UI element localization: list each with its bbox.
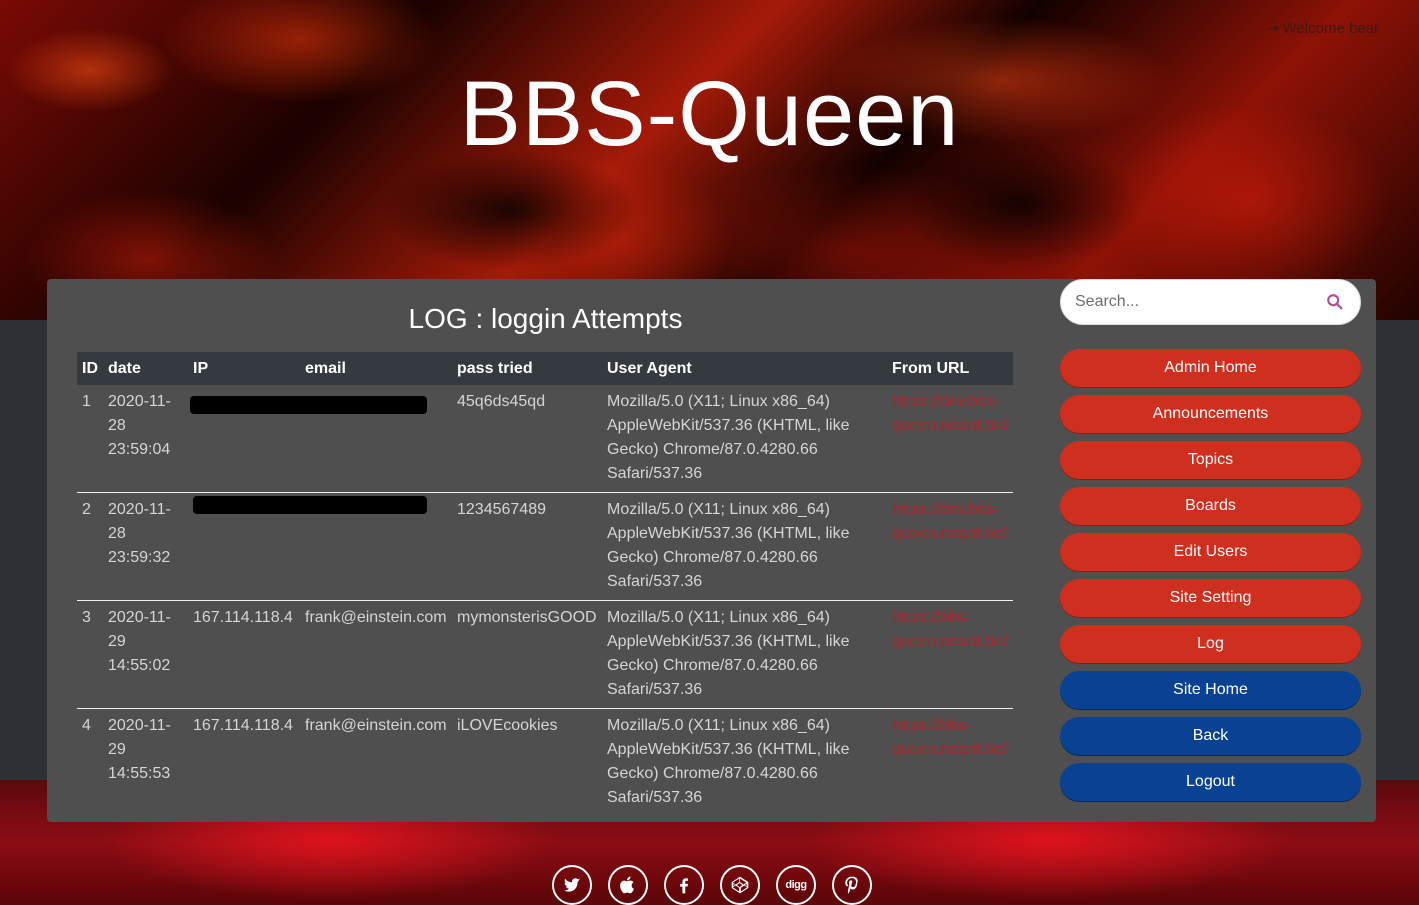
from-url-link[interactable]: https://dev.bbs-queen.neant.be/ (892, 501, 1008, 542)
column-header-email: email (300, 352, 452, 385)
column-header-from-url: From URL (887, 352, 1013, 385)
search-input[interactable] (1061, 293, 1301, 311)
boards-button[interactable]: Boards (1060, 487, 1361, 525)
cell-url: https://dev.bbs-queen.neant.be/ (887, 492, 1013, 601)
welcome-link[interactable]: ⇥ Welcome bear (1267, 20, 1379, 37)
codepen-icon[interactable] (720, 865, 760, 905)
cell-date: 2020-11- 29 14:55:53 (108, 717, 171, 782)
cell-ip: 167.114.118.4 (193, 717, 293, 734)
cell-email: frank@einstein.com (305, 717, 447, 734)
cell-id: 4 (82, 717, 91, 734)
search-box (1060, 279, 1361, 325)
edit-users-button[interactable]: Edit Users (1060, 533, 1361, 571)
cell-user-agent: Mozilla/5.0 (X11; Linux x86_64) AppleWeb… (602, 385, 887, 493)
cell-pass: iLOVEcookies (457, 717, 558, 734)
cell-id: 3 (77, 600, 103, 709)
logout-button[interactable]: Logout (1060, 763, 1361, 801)
table-row: 4 2020-11- 29 14:55:53 167.114.118.4 frank… (77, 709, 1013, 817)
log-table: ID date IP email pass tried User Agent F… (77, 352, 1013, 816)
pinterest-icon[interactable] (832, 865, 872, 905)
from-url-link[interactable]: https://dev.bbs-queen.neant.be/ (892, 393, 1008, 434)
redaction-bar (190, 396, 427, 414)
cell-user-agent: Mozilla/5.0 (X11; Linux x86_64) AppleWeb… (607, 717, 850, 806)
cell-pass: 1234567489 (452, 492, 602, 601)
social-links: digg (552, 865, 872, 905)
column-header-id: ID (77, 352, 103, 385)
admin-nav: Admin Home Announcements Topics Boards E… (1060, 349, 1361, 809)
from-url-link[interactable]: https://bbs-queen.neant.be/ (892, 609, 1008, 650)
cell-date: 2020-11- 28 23:59:04 (103, 385, 188, 493)
flame-shadow (380, 150, 640, 270)
page-title: LOG : loggin Attempts (408, 303, 683, 334)
cell-date: 2020-11- 29 14:55:02 (103, 600, 188, 709)
log-button[interactable]: Log (1060, 625, 1361, 663)
column-header-date: date (103, 352, 188, 385)
cell-url: https://bbs-queen.neant.be/ (887, 600, 1013, 709)
twitter-icon[interactable] (552, 865, 592, 905)
column-header-pass-tried: pass tried (452, 352, 602, 385)
table-row: 3 2020-11- 29 14:55:02 167.114.118.4 frank… (77, 600, 1013, 709)
cell-url: https://dev.bbs-queen.neant.be/ (887, 385, 1013, 493)
cell-email: frank@einstein.com (300, 600, 452, 709)
search-icon[interactable] (1326, 293, 1344, 311)
cell-date: 2020-11- 28 23:59:32 (103, 492, 188, 601)
column-header-user-agent: User Agent (602, 352, 887, 385)
from-url-link[interactable]: https://bbs-queen.neant.be/ (892, 717, 1008, 758)
digg-icon[interactable]: digg (776, 865, 816, 905)
back-button[interactable]: Back (1060, 717, 1361, 755)
announcements-button[interactable]: Announcements (1060, 395, 1361, 433)
site-title: BBS-Queen (459, 63, 960, 165)
cell-id: 1 (77, 385, 103, 493)
table-header-row: ID date IP email pass tried User Agent F… (77, 352, 1013, 385)
welcome-text: Welcome bear (1282, 20, 1379, 37)
cell-id: 2 (77, 492, 103, 601)
cell-url: https://bbs-queen.neant.be/ (887, 709, 1013, 817)
cell-ip: 167.114.118.4 (188, 600, 300, 709)
cell-user-agent: Mozilla/5.0 (X11; Linux x86_64) AppleWeb… (602, 492, 887, 601)
admin-home-button[interactable]: Admin Home (1060, 349, 1361, 387)
cell-pass: 45q6ds45qd (452, 385, 602, 493)
site-home-button[interactable]: Site Home (1060, 671, 1361, 709)
cell-user-agent: Mozilla/5.0 (X11; Linux x86_64) AppleWeb… (602, 600, 887, 709)
facebook-icon[interactable] (664, 865, 704, 905)
site-setting-button[interactable]: Site Setting (1060, 579, 1361, 617)
topics-button[interactable]: Topics (1060, 441, 1361, 479)
cell-pass: mymonsterisGOOD (452, 600, 602, 709)
column-header-ip: IP (188, 352, 300, 385)
apple-icon[interactable] (608, 865, 648, 905)
redaction-bar (193, 496, 427, 514)
sign-in-icon: ⇥ (1266, 20, 1279, 36)
